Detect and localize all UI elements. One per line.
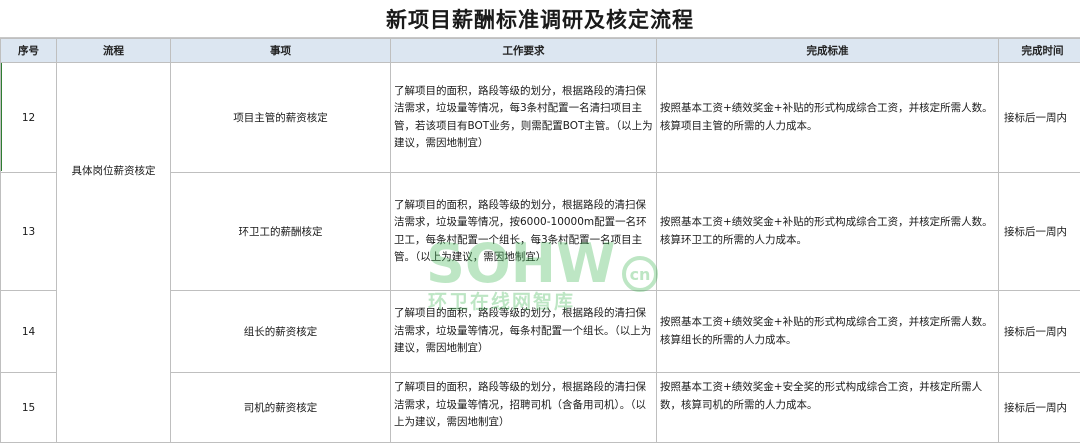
cell-process-group[interactable]: 具体岗位薪资核定: [57, 63, 171, 443]
header-requirements[interactable]: 工作要求: [391, 39, 657, 63]
cell-item[interactable]: 组长的薪资核定: [171, 291, 391, 373]
cell-requirements[interactable]: 了解项目的面积，路段等级的划分，根据路段的清扫保洁需求，垃圾量等情况，每3条村配…: [391, 63, 657, 173]
header-seq[interactable]: 序号: [1, 39, 57, 63]
cell-standard[interactable]: 按照基本工资+绩效奖金+补贴的形式构成综合工资，并核定所需人数。核算环卫工的所需…: [657, 173, 999, 291]
cell-seq[interactable]: 13: [1, 173, 57, 291]
table-header-row: 序号 流程 事项 工作要求 完成标准 完成时间: [1, 39, 1080, 63]
table-row: 12 具体岗位薪资核定 项目主管的薪资核定 了解项目的面积，路段等级的划分，根据…: [1, 63, 1080, 173]
cell-seq[interactable]: 14: [1, 291, 57, 373]
cell-requirements[interactable]: 了解项目的面积，路段等级的划分，根据路段的清扫保洁需求，垃圾量等情况，按6000…: [391, 173, 657, 291]
cell-item[interactable]: 环卫工的薪酬核定: [171, 173, 391, 291]
cell-item[interactable]: 司机的薪资核定: [171, 373, 391, 443]
cell-time[interactable]: 接标后一周内: [999, 63, 1080, 173]
header-time[interactable]: 完成时间: [999, 39, 1080, 63]
cell-requirements[interactable]: 了解项目的面积，路段等级的划分，根据路段的清扫保洁需求，垃圾量等情况，每条村配置…: [391, 291, 657, 373]
cell-seq[interactable]: 12: [1, 63, 57, 173]
cell-requirements[interactable]: 了解项目的面积，路段等级的划分，根据路段的清扫保洁需求，垃圾量等情况，招聘司机（…: [391, 373, 657, 443]
sheet-title: 新项目薪酬标准调研及核定流程: [0, 0, 1080, 38]
header-standard[interactable]: 完成标准: [657, 39, 999, 63]
cell-item[interactable]: 项目主管的薪资核定: [171, 63, 391, 173]
cell-time[interactable]: 接标后一周内: [999, 291, 1080, 373]
header-item[interactable]: 事项: [171, 39, 391, 63]
process-table: 序号 流程 事项 工作要求 完成标准 完成时间 12 具体岗位薪资核定 项目主管…: [0, 38, 1080, 443]
header-process[interactable]: 流程: [57, 39, 171, 63]
cell-seq[interactable]: 15: [1, 373, 57, 443]
cell-standard[interactable]: 按照基本工资+绩效奖金+补贴的形式构成综合工资，并核定所需人数。核算组长的所需的…: [657, 291, 999, 373]
cell-time[interactable]: 接标后一周内: [999, 373, 1080, 443]
cell-standard[interactable]: 按照基本工资+绩效奖金+安全奖的形式构成综合工资，并核定所需人数，核算司机的所需…: [657, 373, 999, 443]
cell-time[interactable]: 接标后一周内: [999, 173, 1080, 291]
cell-standard[interactable]: 按照基本工资+绩效奖金+补贴的形式构成综合工资，并核定所需人数。核算项目主管的所…: [657, 63, 999, 173]
